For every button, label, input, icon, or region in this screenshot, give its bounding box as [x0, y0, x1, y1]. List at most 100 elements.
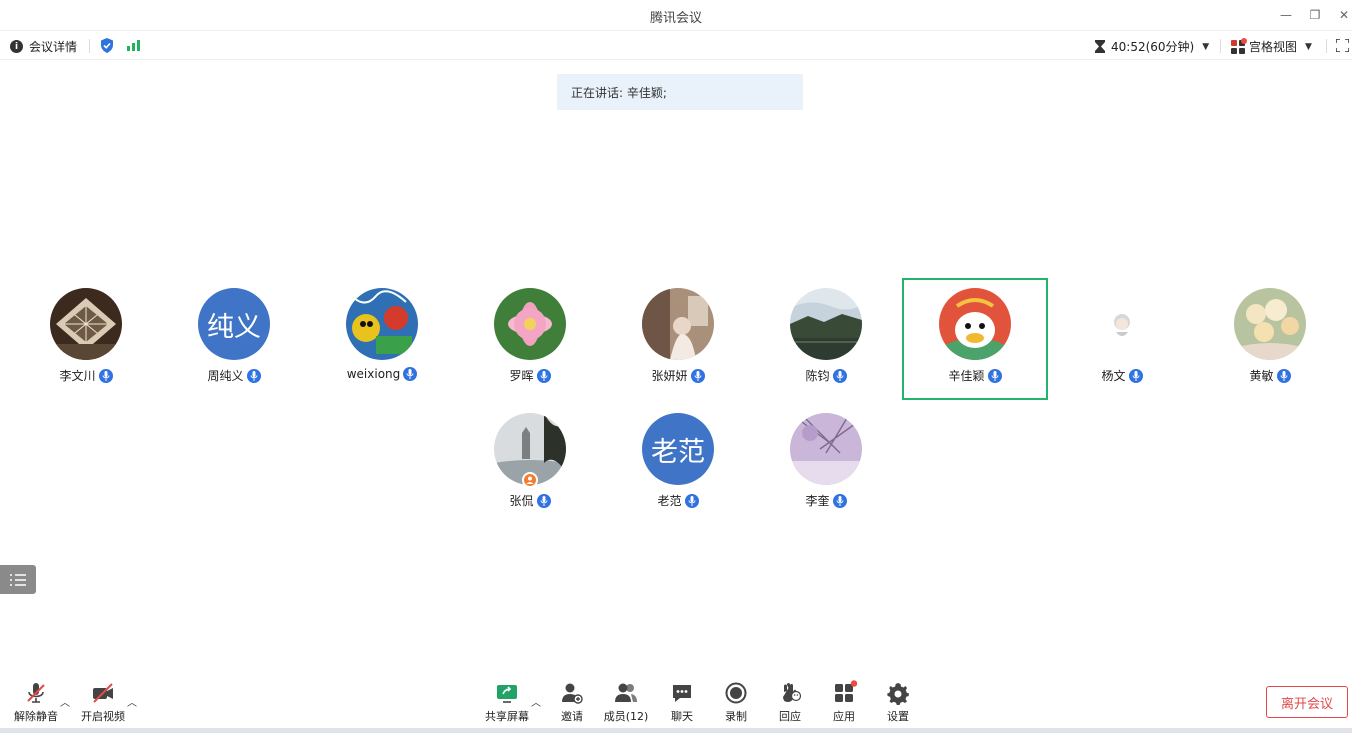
participant-tile[interactable]: 老范 老范 [605, 403, 751, 525]
gear-icon [887, 683, 909, 705]
view-mode-selector[interactable]: 宫格视图 ▼ [1231, 37, 1312, 55]
camera-off-icon [93, 683, 113, 703]
avatar [50, 288, 122, 360]
taskbar-edge [0, 728, 1352, 733]
avatar [1086, 288, 1158, 360]
mic-speaking-icon [987, 368, 1002, 383]
avatar [939, 288, 1011, 360]
avatar: 纯义 [198, 288, 270, 360]
mic-icon [1128, 368, 1143, 383]
unmute-label: 解除静音 [14, 710, 58, 723]
participant-name: 杨文 [1101, 369, 1126, 383]
participant-tile[interactable]: 李文川 [13, 278, 159, 400]
mic-icon [536, 493, 551, 508]
participant-name: 周纯义 [207, 369, 244, 383]
settings-button[interactable]: 设置 [870, 680, 926, 724]
participant-name: 辛佳颖 [948, 369, 985, 383]
invite-label: 邀请 [561, 710, 583, 723]
mic-icon [832, 368, 847, 383]
start-video-label: 开启视频 [81, 710, 125, 723]
chevron-down-icon: ▼ [1305, 41, 1312, 52]
raise-hand-icon [783, 683, 802, 702]
participant-name: weixiong [346, 367, 401, 381]
avatar [346, 288, 418, 360]
avatar [790, 413, 862, 485]
grid-view-icon [1231, 37, 1247, 54]
participant-tile[interactable]: 罗晖 [457, 278, 603, 400]
leave-meeting-button[interactable]: 离开会议 [1266, 686, 1348, 718]
meeting-timer[interactable]: 40:52(60分钟) ▼ [1095, 38, 1209, 55]
chat-button[interactable]: 聊天 [654, 680, 710, 724]
mic-icon [690, 368, 705, 383]
participant-name: 张侃 [509, 494, 534, 508]
mic-icon [1276, 368, 1291, 383]
mic-icon [684, 493, 699, 508]
participant-tile[interactable]: 杨文 [1049, 278, 1195, 400]
avatar [790, 288, 862, 360]
mic-icon [536, 368, 551, 383]
participant-tile[interactable]: 纯义 周纯义 [161, 278, 307, 400]
participant-name: 老范 [657, 494, 682, 508]
start-video-button[interactable]: 开启视频 [75, 680, 131, 724]
close-button[interactable]: ✕ [1334, 6, 1352, 24]
share-screen-button[interactable]: 共享屏幕 [479, 680, 535, 724]
participant-tile[interactable]: weixiong [309, 278, 455, 400]
mic-muted-icon [27, 683, 45, 703]
members-icon [615, 683, 637, 702]
active-speaker-banner: 正在讲话: 辛佳颖; [557, 74, 803, 110]
view-mode-label: 宫格视图 [1249, 40, 1298, 54]
timer-text: 40:52(60分钟) [1111, 40, 1195, 54]
avatar [1234, 288, 1306, 360]
invite-button[interactable]: 邀请 [544, 680, 600, 724]
info-bar: i 会议详情 40:52(60分钟) ▼ 宫格视图 ▼ [0, 30, 1352, 60]
title-bar: 腾讯会议 — ❐ ✕ [0, 0, 1352, 30]
meeting-details-label: 会议详情 [29, 40, 78, 54]
avatar [642, 288, 714, 360]
participant-tile[interactable]: 陈钧 [753, 278, 899, 400]
divider [1326, 39, 1327, 53]
meeting-details-button[interactable]: i 会议详情 [10, 38, 77, 55]
record-icon [725, 682, 747, 704]
participant-name: 张妍妍 [651, 369, 688, 383]
participant-tile[interactable]: 黄敏 [1197, 278, 1343, 400]
meeting-window: 腾讯会议 — ❐ ✕ i 会议详情 40:52(60分钟) ▼ 宫格视图 ▼ 正… [0, 0, 1352, 733]
apps-grid-icon [835, 680, 857, 702]
member-list-toggle-button[interactable] [0, 565, 36, 594]
participant-tile[interactable]: 张妍妍 [605, 278, 751, 400]
network-signal-icon[interactable] [127, 39, 140, 51]
reactions-button[interactable]: 回应 [762, 680, 818, 724]
participant-tile-active-speaker[interactable]: 辛佳颖 [902, 278, 1048, 400]
avatar [494, 288, 566, 360]
avatar: 老范 [642, 413, 714, 485]
minimize-button[interactable]: — [1276, 6, 1296, 24]
participant-name: 黄敏 [1249, 369, 1274, 383]
add-user-icon [562, 683, 583, 704]
fullscreen-icon[interactable] [1336, 39, 1349, 52]
apps-label: 应用 [833, 710, 855, 723]
hourglass-icon [1095, 40, 1105, 53]
chevron-down-icon: ▼ [1202, 41, 1210, 52]
record-button[interactable]: 录制 [708, 680, 764, 724]
restore-button[interactable]: ❐ [1305, 6, 1325, 24]
participant-name: 李文川 [59, 369, 96, 383]
share-screen-icon [497, 685, 517, 703]
members-label: 成员(12) [603, 710, 649, 723]
share-options-chevron-icon[interactable]: ︿ [531, 694, 541, 709]
list-icon [10, 573, 26, 586]
participant-tile[interactable]: 张侃 [457, 403, 603, 525]
participant-tile[interactable]: 李奎 [753, 403, 899, 525]
unmute-button[interactable]: 解除静音 [8, 680, 64, 724]
mic-icon [246, 368, 261, 383]
mic-options-chevron-icon[interactable]: ︿ [60, 694, 70, 709]
apps-button[interactable]: 应用 [816, 680, 872, 724]
window-title: 腾讯会议 [649, 11, 702, 26]
security-shield-icon[interactable] [100, 38, 114, 53]
share-screen-label: 共享屏幕 [485, 710, 529, 723]
chat-label: 聊天 [671, 710, 693, 723]
mic-icon [98, 368, 113, 383]
info-icon: i [10, 40, 23, 53]
reactions-label: 回应 [779, 710, 801, 723]
video-options-chevron-icon[interactable]: ︿ [127, 694, 137, 709]
divider [1220, 39, 1221, 53]
members-button[interactable]: 成员(12) [598, 680, 654, 724]
